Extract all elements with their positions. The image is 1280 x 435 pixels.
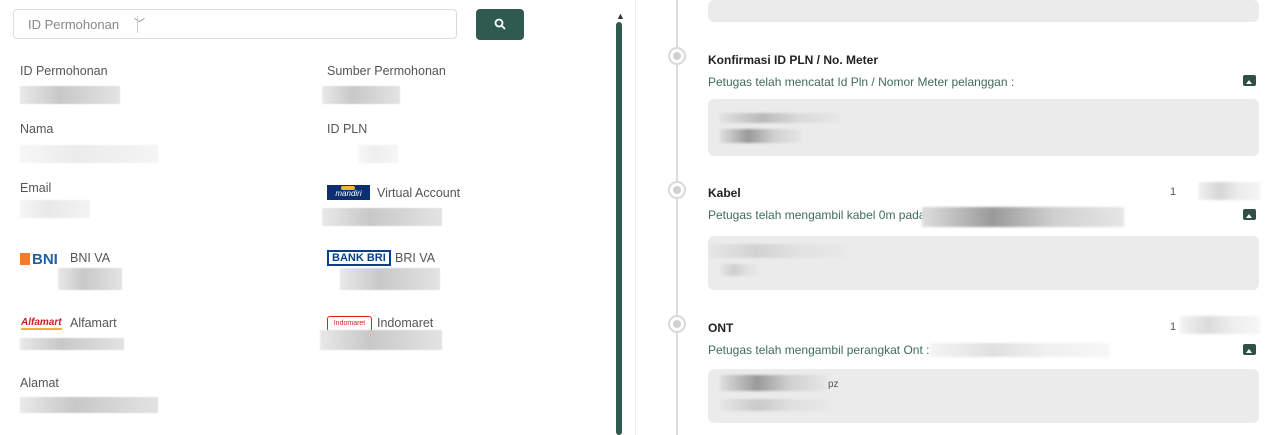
- timeline-date-2: 1: [1170, 186, 1177, 198]
- sumber-value: [322, 86, 400, 104]
- alfamart-logo: Alfamart: [21, 317, 62, 330]
- search-divider: [137, 16, 138, 33]
- alamat-label: Alamat: [20, 376, 59, 390]
- bni-va-value: [58, 268, 122, 290]
- left-scrollbar-thumb[interactable]: [616, 22, 622, 435]
- search-button[interactable]: [476, 9, 524, 40]
- filter-select-label: ID Permohonan: [28, 17, 120, 32]
- card-text: pz: [828, 379, 839, 390]
- bri-logo: BANK BRI: [327, 250, 391, 266]
- bni-logo: BNI: [20, 251, 58, 268]
- timeline-card-prev: [708, 0, 1259, 22]
- indomaret-label: Indomaret: [377, 316, 434, 330]
- email-value: [20, 200, 90, 218]
- alfamart-label: Alfamart: [70, 316, 117, 330]
- timeline-desc-1: Petugas telah mencatat Id Pln / Nomor Me…: [708, 75, 1015, 89]
- indomaret-value: [320, 330, 442, 350]
- redacted-text: [720, 399, 830, 411]
- image-icon[interactable]: [1243, 344, 1256, 355]
- timeline-desc-3: Petugas telah mengambil perangkat Ont :: [708, 343, 930, 357]
- timeline-dot-1: [668, 47, 686, 65]
- va-value: [322, 208, 442, 226]
- redacted-date: [1198, 182, 1260, 200]
- timeline-dot-2: [668, 181, 686, 199]
- redacted-text: [720, 129, 802, 143]
- timeline-title-3: ONT: [708, 321, 734, 335]
- timeline-card-3: pz: [708, 369, 1259, 423]
- search-input[interactable]: [144, 17, 264, 31]
- panel-separator: [635, 0, 636, 435]
- nama-label: Nama: [20, 122, 54, 136]
- image-icon[interactable]: [1243, 209, 1256, 220]
- filter-select[interactable]: ID Permohonan ﹀: [28, 17, 145, 32]
- bri-va-value: [340, 268, 440, 290]
- nama-value: [20, 145, 158, 163]
- timeline-title-2: Kabel: [708, 186, 741, 200]
- redacted-text: [708, 244, 848, 258]
- va-label: Virtual Account: [377, 186, 461, 200]
- bni-va-label: BNI VA: [70, 251, 111, 265]
- redacted-text: [720, 264, 760, 276]
- alfamart-value: [20, 338, 124, 350]
- timeline-title-1: Konfirmasi ID PLN / No. Meter: [708, 53, 879, 67]
- timeline-dot-3: [668, 315, 686, 333]
- id-permohonan-label: ID Permohonan: [20, 64, 108, 78]
- redacted-text: [922, 207, 1124, 227]
- id-permohonan-value: [20, 86, 120, 104]
- mandiri-logo: mandiri: [327, 185, 370, 200]
- image-icon[interactable]: [1243, 75, 1256, 86]
- bri-va-label: BRI VA: [395, 251, 436, 265]
- search-bar: ID Permohonan ﹀: [13, 9, 457, 39]
- search-icon: [494, 18, 506, 30]
- timeline-card-1: [708, 99, 1259, 156]
- timeline-line: [676, 0, 678, 435]
- email-label: Email: [20, 181, 52, 195]
- redacted-date: [1180, 316, 1260, 334]
- id-pln-label: ID PLN: [327, 122, 368, 136]
- redacted-text: [720, 113, 840, 123]
- redacted-text: [720, 375, 826, 391]
- sumber-label: Sumber Permohonan: [327, 64, 446, 78]
- detail-panel: ID Permohonan ﹀ ID Permohonan Sumber Per…: [0, 0, 612, 435]
- scroll-up-arrow-icon[interactable]: ▲: [616, 11, 625, 21]
- timeline-card-2: [708, 236, 1259, 290]
- alamat-value: [20, 397, 158, 413]
- timeline-date-3: 1: [1170, 321, 1177, 333]
- redacted-text: [930, 343, 1110, 357]
- id-pln-value: [358, 145, 398, 163]
- timeline-desc-2: Petugas telah mengambil kabel 0m pada: [708, 208, 926, 222]
